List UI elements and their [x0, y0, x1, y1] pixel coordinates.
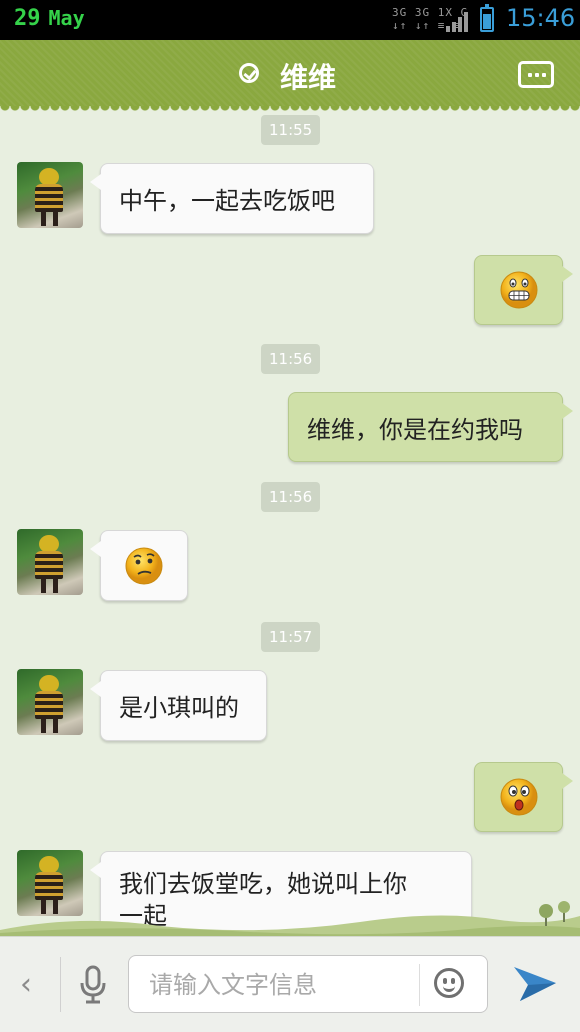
landscape-decoration — [0, 901, 580, 936]
message-text: 维维，你是在约我吗 — [307, 415, 523, 444]
incoming-message-bubble[interactable] — [90, 530, 188, 601]
message-input-field[interactable] — [128, 955, 488, 1013]
surprised-emoji-icon — [500, 778, 537, 816]
chat-title: 维维 — [280, 61, 337, 94]
divider — [60, 957, 61, 1012]
verified-check-icon — [239, 63, 259, 83]
timestamp: 11:56 — [261, 482, 321, 512]
status-month: May — [48, 6, 85, 30]
outgoing-message-bubble[interactable] — [474, 762, 573, 832]
timestamp: 11:55 — [261, 115, 321, 145]
more-options-icon[interactable] — [518, 61, 554, 88]
message-input[interactable] — [147, 968, 411, 1002]
timestamp: 11:56 — [261, 344, 321, 374]
contact-avatar[interactable] — [17, 529, 83, 595]
status-bar: 29 May 3G 3G 1X G ↓↑ ↓↑ ≡ ≡ 15:46 — [0, 0, 580, 40]
outgoing-message-bubble[interactable] — [474, 255, 573, 325]
outgoing-message-bubble[interactable]: 维维，你是在约我吗 — [288, 392, 573, 462]
message-text: 是小琪叫的 — [119, 694, 239, 722]
contact-avatar[interactable] — [17, 162, 83, 228]
incoming-message-bubble[interactable]: 是小琪叫的 — [90, 670, 267, 741]
signal-icon — [446, 12, 468, 32]
confused-emoji-icon — [125, 547, 163, 584]
microphone-icon[interactable] — [78, 965, 108, 1005]
status-time: 15:46 — [506, 4, 576, 32]
battery-icon — [480, 4, 494, 32]
send-icon[interactable] — [512, 961, 558, 1007]
message-text: 中午，一起去吃饭吧 — [119, 187, 335, 215]
contact-avatar[interactable] — [17, 669, 83, 735]
back-icon[interactable]: ‹ — [20, 967, 32, 1002]
status-date: 29 May — [14, 6, 85, 31]
incoming-message-bubble[interactable]: 中午，一起去吃饭吧 — [90, 163, 374, 234]
status-day: 29 — [14, 6, 41, 31]
divider — [419, 964, 420, 1006]
input-bar: ‹ — [0, 936, 580, 1032]
grin-emoji-icon — [500, 271, 537, 309]
message-text: 我们去饭堂吃，她说叫上你 — [119, 870, 407, 898]
chat-header: 维维 — [0, 40, 580, 112]
emoji-icon[interactable] — [434, 968, 464, 998]
timestamp: 11:57 — [261, 622, 321, 652]
